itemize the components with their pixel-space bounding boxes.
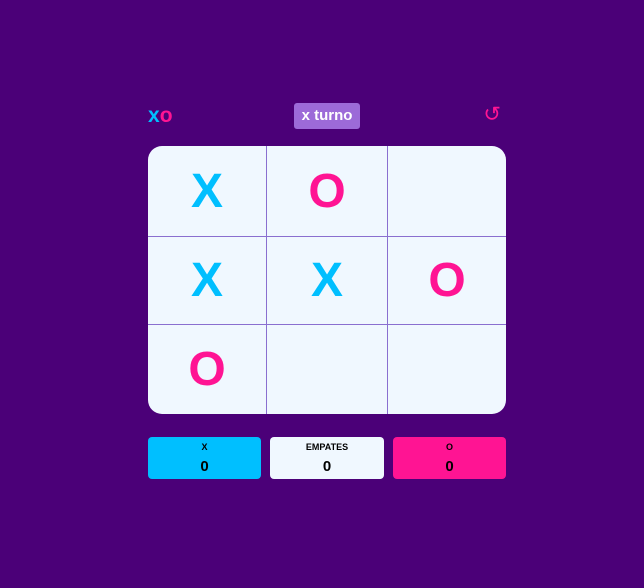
cell-1[interactable]: X [148, 146, 266, 236]
score-card-o: O 0 [393, 437, 506, 479]
logo-o: o [159, 104, 173, 127]
score-label-x: X [201, 442, 208, 452]
cell-2[interactable]: O [267, 146, 387, 236]
score-label-ties: EMPATES [305, 442, 349, 452]
turn-indicator: x turno [294, 103, 360, 129]
score-card-x: X 0 [148, 437, 261, 479]
grid-line-horizontal-2 [148, 324, 506, 325]
score-value-ties: 0 [322, 458, 332, 475]
score-card-ties: EMPATES 0 [270, 437, 384, 479]
game-board: X O X X O O [148, 146, 506, 414]
cell-8[interactable] [267, 325, 387, 414]
reset-icon[interactable]: ↺ [483, 103, 501, 127]
cell-9[interactable] [388, 325, 506, 414]
score-label-o: O [445, 442, 453, 452]
cell-4[interactable]: X [148, 237, 266, 324]
cell-6[interactable]: O [388, 237, 506, 324]
logo-x: x [148, 104, 160, 127]
grid-line-vertical-2 [387, 146, 388, 414]
grid-line-vertical-1 [266, 146, 267, 414]
game-header: xo x turno ↺ [148, 103, 506, 129]
logo: xo [148, 104, 173, 127]
score-value-x: 0 [200, 458, 209, 475]
score-value-o: 0 [445, 458, 454, 475]
cell-3[interactable] [388, 146, 506, 236]
grid-line-horizontal-1 [148, 236, 506, 237]
cell-7[interactable]: O [148, 325, 266, 414]
cell-5[interactable]: X [267, 237, 387, 324]
